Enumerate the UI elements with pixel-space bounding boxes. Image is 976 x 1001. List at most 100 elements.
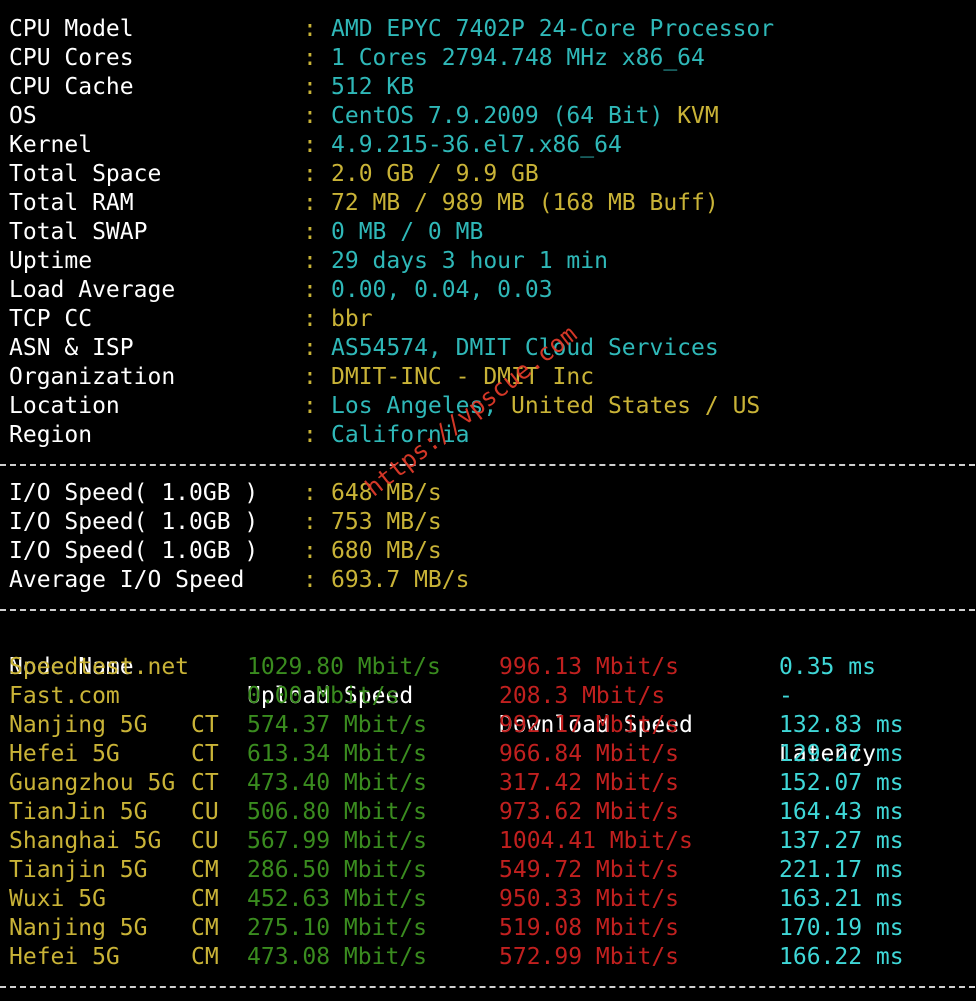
info-value: 29 days 3 hour 1 min: [331, 247, 608, 276]
info-colon: :: [303, 335, 317, 361]
info-row: CPU Cache:512 KB: [9, 73, 969, 102]
upload-speed: 473.08 Mbit/s: [247, 944, 428, 970]
info-colon: :: [303, 161, 317, 187]
info-colon: :: [303, 219, 317, 245]
io-speed-value: 753 MB/s: [331, 509, 442, 535]
download-speed: 950.33 Mbit/s: [499, 886, 680, 912]
node-name: Speedtest.net: [9, 654, 190, 680]
info-label: Total SWAP: [9, 219, 148, 245]
download-speed: 992.17 Mbit/s: [499, 712, 680, 738]
table-row: Nanjing 5G CM 275.10 Mbit/s 519.08 Mbit/s 17…: [9, 914, 969, 943]
upload-speed: 275.10 Mbit/s: [247, 915, 428, 941]
info-value-part: CentOS 7.9.2009 (64 Bit): [331, 103, 678, 129]
info-row: Load Average:0.00, 0.04, 0.03: [9, 276, 969, 305]
upload-speed: 473.40 Mbit/s: [247, 770, 428, 796]
node-isp: CM: [191, 886, 219, 912]
download-speed: 966.84 Mbit/s: [499, 741, 680, 767]
node-name: Tianjin 5G: [9, 857, 148, 883]
speedtest-rows: Speedtest.net 1029.80 Mbit/s 996.13 Mbit/s…: [9, 653, 969, 972]
info-value: Los Angeles, United States / US: [331, 392, 760, 421]
upload-speed: 286.50 Mbit/s: [247, 857, 428, 883]
info-colon: :: [303, 132, 317, 158]
io-speed-row: I/O Speed( 1.0GB ):680 MB/s: [9, 537, 969, 566]
io-speed-section: I/O Speed( 1.0GB ):648 MB/s I/O Speed( 1.…: [9, 479, 969, 595]
info-value-part: 4.9.215-36.el7.x86_64: [331, 132, 622, 158]
node-name: Nanjing 5G: [9, 712, 148, 738]
latency-value: 137.27 ms: [779, 828, 904, 854]
download-speed: 973.62 Mbit/s: [499, 799, 680, 825]
io-speed-label: Average I/O Speed: [9, 567, 245, 593]
info-row: Region: California: [9, 421, 969, 450]
info-value: CentOS 7.9.2009 (64 Bit) KVM: [331, 102, 719, 131]
io-speed-colon: :: [303, 480, 317, 506]
io-speed-row: I/O Speed( 1.0GB ):648 MB/s: [9, 479, 969, 508]
info-label: ASN & ISP: [9, 335, 134, 361]
io-speed-label: I/O Speed( 1.0GB ): [9, 538, 259, 564]
info-colon: :: [303, 190, 317, 216]
info-colon: :: [303, 422, 317, 448]
table-row: Shanghai 5G CU 567.99 Mbit/s 1004.41 Mbit/s…: [9, 827, 969, 856]
node-isp: CM: [191, 944, 219, 970]
io-speed-colon: :: [303, 509, 317, 535]
info-row: OS: CentOS 7.9.2009 (64 Bit) KVM: [9, 102, 969, 131]
info-label: Location: [9, 393, 120, 419]
info-value-part: bbr: [331, 306, 373, 332]
info-value: 72 MB / 989 MB (168 MB Buff): [331, 189, 719, 218]
info-value: bbr: [331, 305, 373, 334]
info-value-part: AMD EPYC 7402P 24-Core Processor: [331, 16, 775, 42]
table-row: Tianjin 5G CM 286.50 Mbit/s 549.72 Mbit/s 22…: [9, 856, 969, 885]
table-row: Wuxi 5G CM 452.63 Mbit/s 950.33 Mbit/s 163.2…: [9, 885, 969, 914]
node-isp: CT: [191, 770, 219, 796]
info-label: Kernel: [9, 132, 93, 158]
info-colon: :: [303, 306, 317, 332]
latency-value: 170.19 ms: [779, 915, 904, 941]
latency-value: 164.43 ms: [779, 799, 904, 825]
latency-value: -: [779, 683, 793, 709]
info-value-part: 1 Cores 2794.748 MHz x86_64: [331, 45, 705, 71]
node-isp: CU: [191, 828, 219, 854]
info-label: CPU Cores: [9, 45, 134, 71]
table-row: Hefei 5G CM 473.08 Mbit/s 572.99 Mbit/s 166.…: [9, 943, 969, 972]
info-colon: :: [303, 277, 317, 303]
info-row: Kernel:4.9.215-36.el7.x86_64: [9, 131, 969, 160]
download-speed: 519.08 Mbit/s: [499, 915, 680, 941]
info-label: Load Average: [9, 277, 176, 303]
io-speed-label: I/O Speed( 1.0GB ): [9, 480, 259, 506]
table-row: Nanjing 5G CT 574.37 Mbit/s 992.17 Mbit/s 13…: [9, 711, 969, 740]
latency-value: 0.35 ms: [779, 654, 876, 680]
io-speed-value: 693.7 MB/s: [331, 567, 470, 593]
upload-speed: 1029.80 Mbit/s: [247, 654, 441, 680]
info-row: ASN & ISP: AS54574, DMIT Cloud Services: [9, 334, 969, 363]
info-colon: :: [303, 364, 317, 390]
info-value: 512 KB: [331, 73, 414, 102]
latency-value: 163.21 ms: [779, 886, 904, 912]
upload-speed: 613.34 Mbit/s: [247, 741, 428, 767]
info-label: Organization: [9, 364, 176, 390]
upload-speed: 0.00 Mbit/s: [247, 683, 400, 709]
terminal-output: CPU Model: AMD EPYC 7402P 24-Core Process…: [0, 15, 976, 1001]
download-speed: 1004.41 Mbit/s: [499, 828, 693, 854]
info-value: 0 MB / 0 MB: [331, 218, 483, 247]
upload-speed: 452.63 Mbit/s: [247, 886, 428, 912]
table-row: Speedtest.net 1029.80 Mbit/s 996.13 Mbit/s…: [9, 653, 969, 682]
node-name: Hefei 5G: [9, 944, 120, 970]
info-label: Uptime: [9, 248, 93, 274]
info-label: Total RAM: [9, 190, 134, 216]
node-isp: CU: [191, 799, 219, 825]
table-row: TianJin 5G CU 506.80 Mbit/s 973.62 Mbit/s 16…: [9, 798, 969, 827]
node-isp: CM: [191, 857, 219, 883]
download-speed: 996.13 Mbit/s: [499, 654, 680, 680]
node-isp: CT: [191, 712, 219, 738]
node-isp: CT: [191, 741, 219, 767]
info-value-part: 0 MB / 0 MB: [331, 219, 484, 245]
table-row: Hefei 5G CT 613.34 Mbit/s 966.84 Mbit/s 129.…: [9, 740, 969, 769]
info-value-part: United States / US: [511, 393, 761, 419]
info-row: Total RAM:72 MB / 989 MB (168 MB Buff): [9, 189, 969, 218]
download-speed: 208.3 Mbit/s: [499, 683, 666, 709]
node-name: Guangzhou 5G: [9, 770, 176, 796]
io-speed-colon: :: [303, 538, 317, 564]
table-row: Guangzhou 5G CT 473.40 Mbit/s 317.42 Mbit/s…: [9, 769, 969, 798]
info-value: AMD EPYC 7402P 24-Core Processor: [331, 15, 774, 44]
info-colon: :: [303, 393, 317, 419]
info-row: Uptime:29 days 3 hour 1 min: [9, 247, 969, 276]
